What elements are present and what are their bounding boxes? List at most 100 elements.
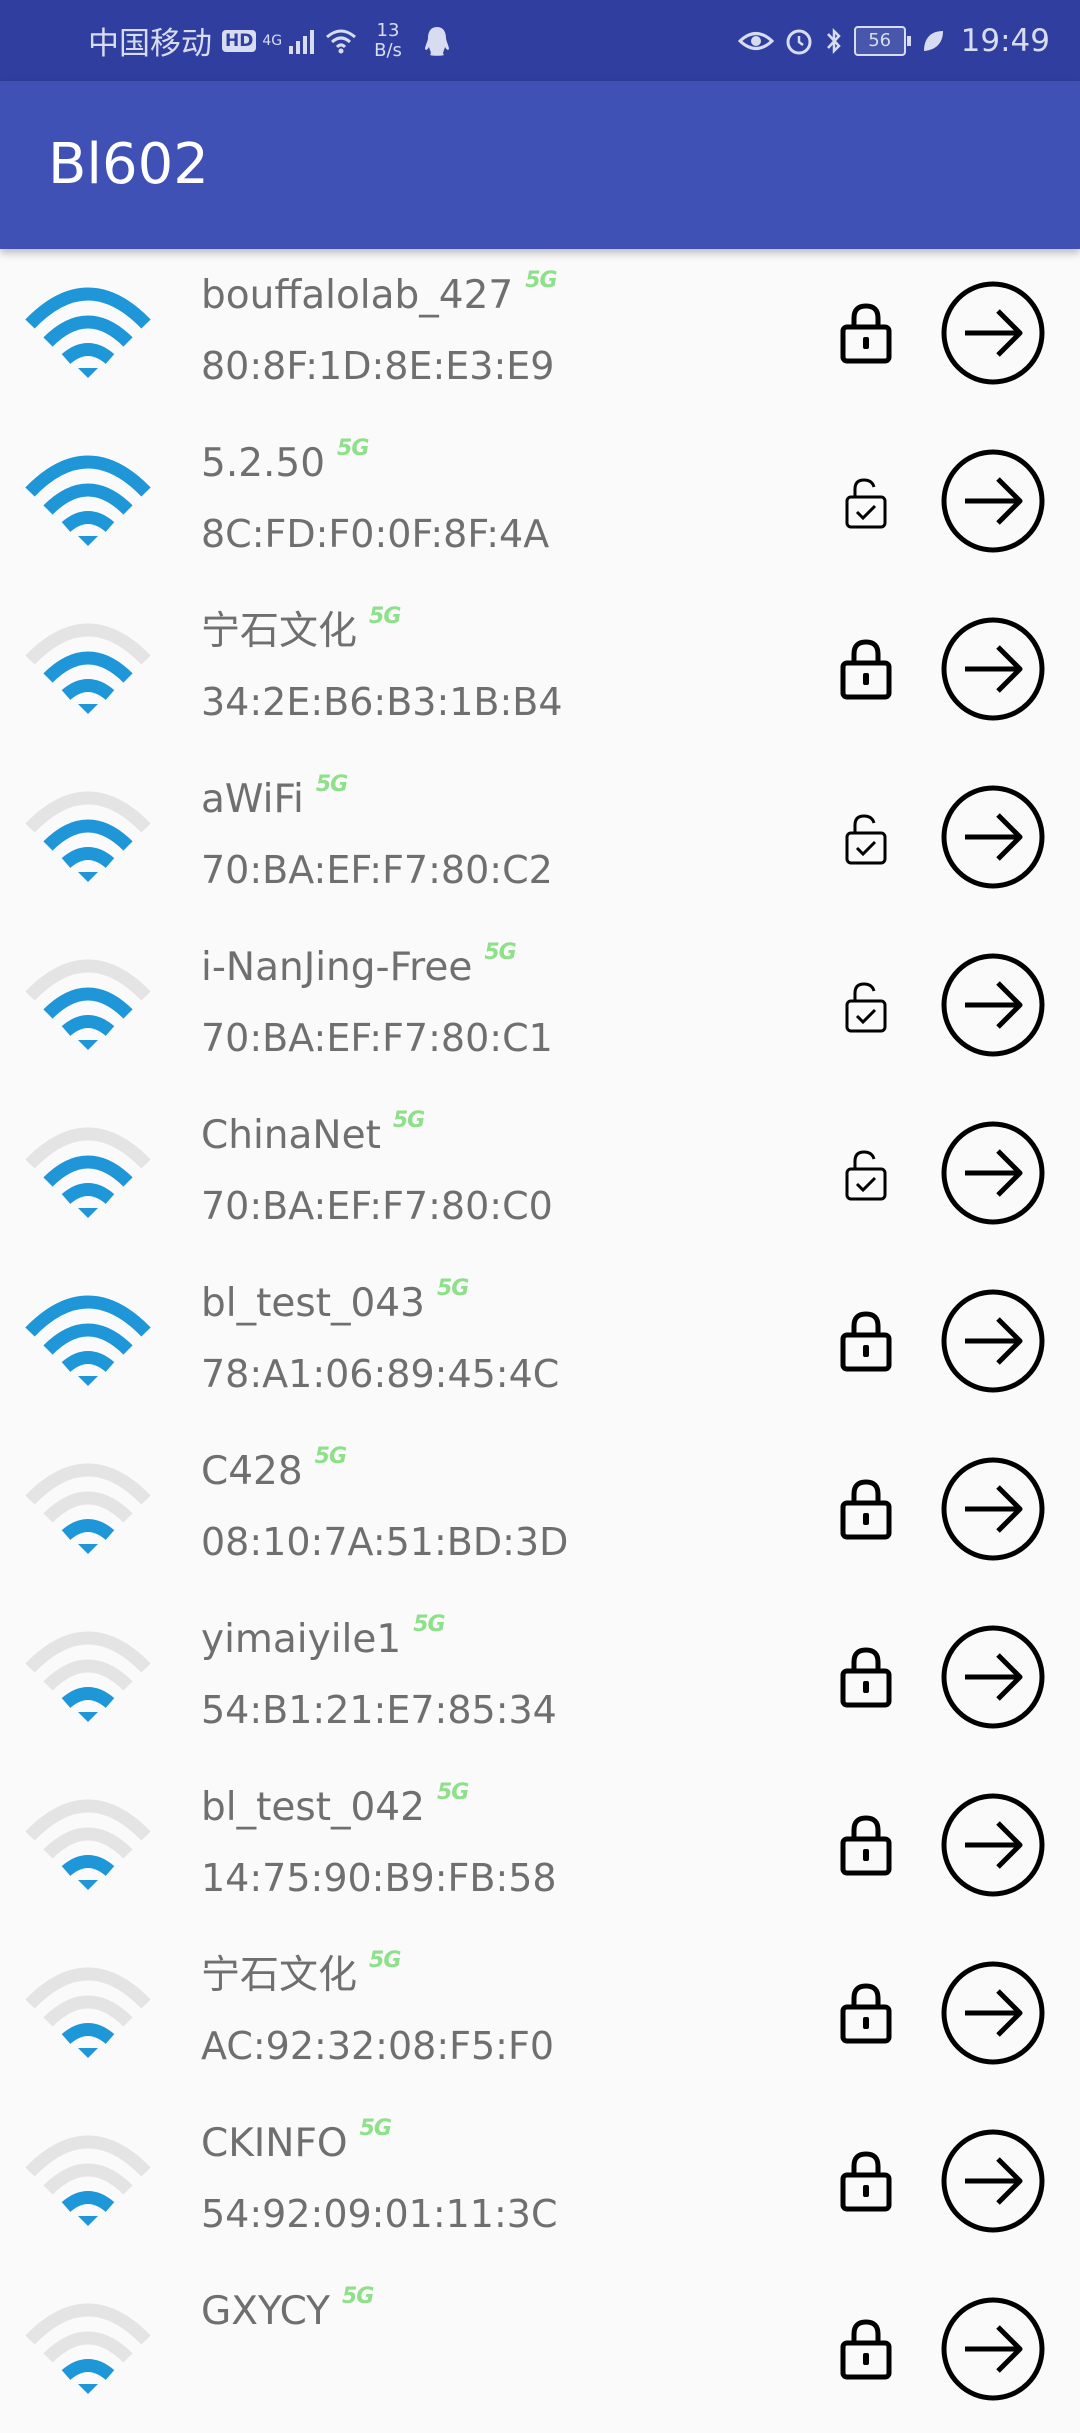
network-ssid: bouffalolab_427 xyxy=(201,273,514,318)
wifi-signal-icon xyxy=(25,1463,151,1554)
band-5g-badge: 5G xyxy=(359,2116,392,2141)
network-ssid: aWiFi xyxy=(201,777,304,822)
network-ssid: CKINFO xyxy=(201,2121,348,2166)
status-bar-right: 56 19:49 xyxy=(737,0,1050,81)
lock-closed-icon xyxy=(840,1479,892,1540)
lock-closed-icon xyxy=(840,1815,892,1876)
ssid-line: yimaiyile1 5G xyxy=(201,1612,446,1666)
network-bssid: 08:10:7A:51:BD:3D xyxy=(201,1520,569,1564)
wifi-signal-icon xyxy=(25,959,151,1050)
power-saving-leaf-icon xyxy=(923,30,943,51)
band-5g-badge: 5G xyxy=(369,1948,401,1973)
band-5g-badge: 5G xyxy=(436,1780,469,1805)
network-row[interactable]: 5.2.50 5G 8C:FD:F0:0F:8F:4A xyxy=(0,417,1080,585)
connect-arrow-button[interactable] xyxy=(940,784,1046,890)
network-row[interactable]: bl_test_042 5G 14:75:90:B9:FB:58 xyxy=(0,1761,1080,1929)
network-ssid: i-NanJing-Free xyxy=(201,945,473,990)
lock-open-icon xyxy=(845,982,887,1033)
network-speed: 13 B/s xyxy=(374,19,402,61)
network-speed-value: 13 xyxy=(376,19,400,41)
network-row[interactable]: 宁石文化 5G 34:2E:B6:B3:1B:B4 xyxy=(0,585,1080,753)
lock-open-icon xyxy=(845,814,887,865)
qq-notification-icon xyxy=(424,26,449,56)
network-bssid: 34:2E:B6:B3:1B:B4 xyxy=(201,680,563,724)
bluetooth-icon xyxy=(826,27,841,54)
ssid-line: i-NanJing-Free 5G xyxy=(201,940,517,994)
connect-arrow-button[interactable] xyxy=(940,1624,1046,1730)
wifi-signal-icon xyxy=(25,2303,151,2394)
lock-closed-icon xyxy=(840,1647,892,1708)
network-row[interactable]: 宁石文化 5G AC:92:32:08:F5:F0 xyxy=(0,1929,1080,2097)
cell-signal-icon xyxy=(289,29,315,54)
ssid-line: bl_test_043 5G xyxy=(201,1276,469,1330)
ssid-line: GXYCY 5G xyxy=(201,2284,374,2338)
network-row[interactable]: GXYCY 5G xyxy=(0,2265,1080,2433)
lock-open-icon xyxy=(845,478,887,529)
network-ssid: 宁石文化 xyxy=(201,609,358,654)
connect-arrow-button[interactable] xyxy=(940,952,1046,1058)
network-row[interactable]: bl_test_043 5G 78:A1:06:89:45:4C xyxy=(0,1257,1080,1425)
network-row[interactable]: aWiFi 5G 70:BA:EF:F7:80:C2 xyxy=(0,753,1080,921)
network-ssid: bl_test_042 xyxy=(201,1785,425,1830)
status-bar: 中国移动 HD 4G 13 B/s 56 19:49 xyxy=(0,0,1080,81)
network-row[interactable]: CKINFO 5G 54:92:09:01:11:3C xyxy=(0,2097,1080,2265)
band-5g-badge: 5G xyxy=(315,772,348,797)
network-type: 4G xyxy=(262,32,283,49)
band-5g-badge: 5G xyxy=(369,604,401,629)
network-ssid: yimaiyile1 xyxy=(201,1617,402,1662)
network-ssid: bl_test_043 xyxy=(201,1281,425,1326)
network-bssid: 54:92:09:01:11:3C xyxy=(201,2192,558,2236)
connect-arrow-button[interactable] xyxy=(940,1456,1046,1562)
connect-arrow-button[interactable] xyxy=(940,616,1046,722)
wifi-signal-icon xyxy=(25,1295,151,1386)
network-bssid: 70:BA:EF:F7:80:C2 xyxy=(201,848,553,892)
wifi-signal-icon xyxy=(25,1799,151,1890)
page-title: Bl602 xyxy=(48,132,209,197)
status-bar-left: 中国移动 HD 4G 13 B/s xyxy=(88,0,452,81)
band-5g-badge: 5G xyxy=(525,268,557,293)
lock-closed-icon xyxy=(840,303,892,364)
connect-arrow-button[interactable] xyxy=(940,1960,1046,2066)
network-bssid: 14:75:90:B9:FB:58 xyxy=(201,1856,557,1900)
connect-arrow-button[interactable] xyxy=(940,2296,1046,2402)
wifi-signal-icon xyxy=(25,1631,151,1722)
lock-closed-icon xyxy=(840,1983,892,2044)
network-row[interactable]: i-NanJing-Free 5G 70:BA:EF:F7:80:C1 xyxy=(0,921,1080,1089)
network-row[interactable]: bouffalolab_427 5G 80:8F:1D:8E:E3:E9 xyxy=(0,249,1080,417)
network-row[interactable]: ChinaNet 5G 70:BA:EF:F7:80:C0 xyxy=(0,1089,1080,1257)
network-row[interactable]: yimaiyile1 5G 54:B1:21:E7:85:34 xyxy=(0,1593,1080,1761)
network-bssid: AC:92:32:08:F5:F0 xyxy=(201,2024,555,2068)
connect-arrow-button[interactable] xyxy=(940,1288,1046,1394)
connect-arrow-button[interactable] xyxy=(940,2128,1046,2234)
lock-open-icon xyxy=(845,1150,887,1201)
wifi-signal-icon xyxy=(25,791,151,882)
connect-arrow-button[interactable] xyxy=(940,280,1046,386)
band-5g-badge: 5G xyxy=(413,1612,445,1637)
band-5g-badge: 5G xyxy=(342,2284,374,2309)
network-bssid: 54:B1:21:E7:85:34 xyxy=(201,1688,557,1732)
lock-closed-icon xyxy=(840,639,892,700)
network-ssid: 5.2.50 xyxy=(201,441,326,486)
wifi-signal-icon xyxy=(25,623,151,714)
network-ssid: 宁石文化 xyxy=(201,1953,358,1998)
wifi-signal-icon xyxy=(25,1967,151,2058)
wifi-signal-icon xyxy=(25,455,151,546)
clock: 19:49 xyxy=(960,22,1050,59)
network-bssid: 70:BA:EF:F7:80:C1 xyxy=(201,1016,553,1060)
band-5g-badge: 5G xyxy=(392,1108,425,1133)
network-ssid: ChinaNet xyxy=(201,1113,381,1158)
eye-comfort-icon xyxy=(737,31,774,50)
ssid-line: bouffalolab_427 5G xyxy=(201,268,558,322)
connect-arrow-button[interactable] xyxy=(940,1120,1046,1226)
ssid-line: 宁石文化 5G xyxy=(201,1948,401,2002)
wifi-status-icon xyxy=(326,29,357,53)
ssid-line: C428 5G xyxy=(201,1444,347,1498)
ssid-line: 5.2.50 5G xyxy=(201,436,369,490)
connect-arrow-button[interactable] xyxy=(940,1792,1046,1898)
network-row[interactable]: C428 5G 08:10:7A:51:BD:3D xyxy=(0,1425,1080,1593)
lock-closed-icon xyxy=(840,2319,892,2380)
ssid-line: aWiFi 5G xyxy=(201,772,348,826)
hd-badge: HD xyxy=(222,29,257,52)
connect-arrow-button[interactable] xyxy=(940,448,1046,554)
battery-icon: 56 xyxy=(853,25,911,56)
